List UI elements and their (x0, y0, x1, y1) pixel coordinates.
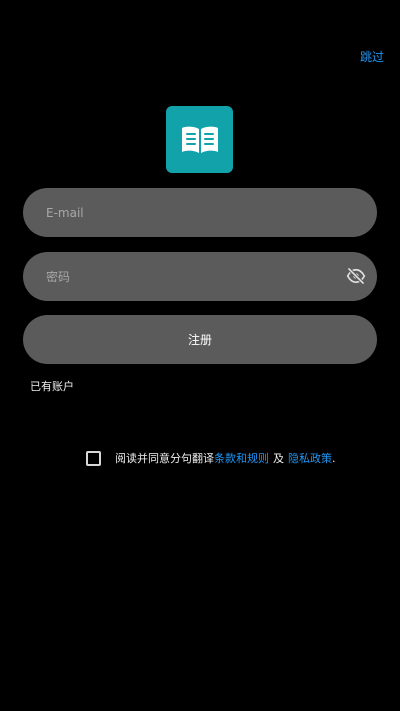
agreement-suffix: . (332, 451, 336, 465)
password-input[interactable] (23, 252, 326, 301)
register-button[interactable]: 注册 (23, 315, 377, 364)
password-field-container (23, 252, 377, 301)
skip-link[interactable]: 跳过 (360, 48, 384, 65)
app-logo (166, 106, 233, 173)
agreement-conjunction: 及 (273, 452, 284, 465)
agreement-checkbox[interactable] (86, 450, 101, 466)
agreement-prefix-text: 阅读并同意分句翻译 (115, 452, 214, 465)
email-field-container (23, 188, 377, 237)
privacy-link[interactable]: 隐私政策 (288, 450, 332, 466)
terms-link[interactable]: 条款和规则 (214, 450, 269, 466)
eye-off-icon[interactable] (346, 266, 366, 286)
email-input[interactable] (23, 188, 326, 237)
has-account-link[interactable]: 已有账户 (30, 378, 74, 394)
open-book-icon (181, 126, 218, 153)
agreement-row: 阅读并同意分句翻译 条款和规则及隐私政策. (86, 449, 336, 467)
